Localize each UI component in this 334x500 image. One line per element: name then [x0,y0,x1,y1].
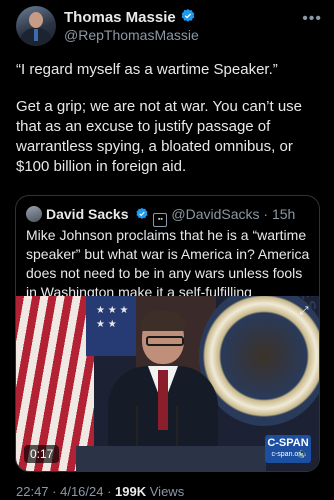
quote-author-name[interactable]: David Sacks [46,206,129,222]
quote-age[interactable]: 15h [272,206,295,222]
tweet-date[interactable]: 4/16/24 [60,484,103,499]
author-name[interactable]: Thomas Massie [64,8,196,28]
podium [76,446,266,471]
views-label: Views [149,484,185,499]
expand-icon[interactable]: ⤢ [297,304,311,318]
affiliate-badge-icon: ▪▪ [153,213,168,227]
more-icon[interactable]: ••• [302,10,322,28]
author-handle[interactable]: @RepThomasMassie [64,27,199,43]
tweet-paragraph: “I regard myself as a wartime Speaker.” [16,61,278,78]
video-player[interactable]: RESENTATIVES ⤢ 0:17 C-SPAN c-span.org 🔈 [16,296,319,471]
views-count: 199K [115,484,147,499]
quote-author-avatar[interactable] [26,206,42,222]
separator-dot: · [103,484,116,499]
quote-author-handle[interactable]: @DavidSacks [171,206,259,222]
separator-dot: · [259,206,272,222]
tweet-paragraph: Get a grip; we are not at war. You can’t… [16,98,303,175]
tweet-meta: 22:47 · 4/16/24 · 199K Views [16,484,184,499]
verified-icon [180,8,196,28]
video-duration: 0:17 [24,445,60,463]
volume-icon[interactable]: 🔈 [298,448,309,459]
author-name-text[interactable]: Thomas Massie [64,9,176,26]
quote-tweet-card[interactable]: David Sacks ▪▪ @DavidSacks · 15h Mike Joh… [15,195,320,472]
separator-dot: · [48,484,61,499]
quote-header: David Sacks ▪▪ @DavidSacks · 15h [26,206,295,227]
verified-icon [135,207,149,224]
tweet-text: “I regard myself as a wartime Speaker.” … [16,60,320,194]
tweet-time[interactable]: 22:47 [16,484,49,499]
author-avatar[interactable] [16,6,56,46]
